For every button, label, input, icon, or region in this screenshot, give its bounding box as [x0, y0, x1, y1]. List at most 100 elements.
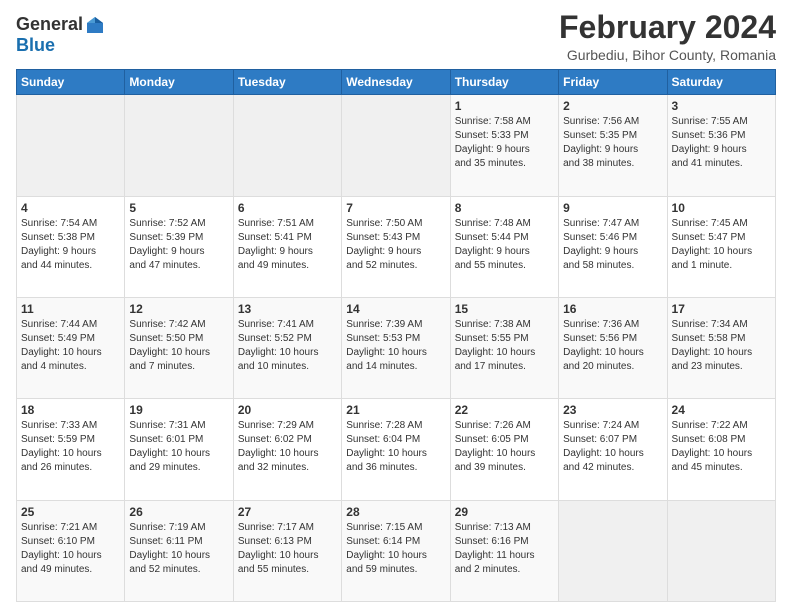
- day-info: Sunrise: 7:22 AM Sunset: 6:08 PM Dayligh…: [672, 419, 771, 475]
- calendar-cell: 29 Sunrise: 7:13 AM Sunset: 6:16 PM Dayli…: [450, 500, 558, 601]
- calendar-cell: 13Sunrise: 7:41 AM Sunset: 5:52 PM Dayli…: [233, 297, 341, 398]
- day-header-wednesday: Wednesday: [342, 70, 450, 95]
- day-info: Sunrise: 7:19 AM Sunset: 6:11 PM Dayligh…: [129, 521, 228, 577]
- day-number: 19: [129, 403, 228, 417]
- day-header-sunday: Sunday: [17, 70, 125, 95]
- calendar-cell: [559, 500, 667, 601]
- calendar-cell: 9 Sunrise: 7:47 AM Sunset: 5:46 PM Daylig…: [559, 196, 667, 297]
- day-header-saturday: Saturday: [667, 70, 775, 95]
- day-number: 27: [238, 505, 337, 519]
- day-number: 2: [563, 99, 662, 113]
- logo-blue: Blue: [16, 35, 55, 55]
- day-info: Sunrise: 7:56 AM Sunset: 5:35 PM Dayligh…: [563, 115, 662, 171]
- day-number: 24: [672, 403, 771, 417]
- calendar-cell: 17 Sunrise: 7:34 AM Sunset: 5:58 PM Dayli…: [667, 297, 775, 398]
- calendar-cell: 12Sunrise: 7:42 AM Sunset: 5:50 PM Dayli…: [125, 297, 233, 398]
- day-number: 26: [129, 505, 228, 519]
- calendar-cell: 3 Sunrise: 7:55 AM Sunset: 5:36 PM Daylig…: [667, 95, 775, 196]
- day-info: Sunrise: 7:45 AM Sunset: 5:47 PM Dayligh…: [672, 217, 771, 273]
- day-number: 10: [672, 201, 771, 215]
- day-number: 5: [129, 201, 228, 215]
- calendar-week-row: 1 Sunrise: 7:58 AM Sunset: 5:33 PM Daylig…: [17, 95, 776, 196]
- calendar-cell: 8 Sunrise: 7:48 AM Sunset: 5:44 PM Daylig…: [450, 196, 558, 297]
- calendar-cell: 15 Sunrise: 7:38 AM Sunset: 5:55 PM Dayli…: [450, 297, 558, 398]
- day-info: Sunrise: 7:51 AM Sunset: 5:41 PM Dayligh…: [238, 217, 337, 273]
- day-number: 20: [238, 403, 337, 417]
- day-info: Sunrise: 7:13 AM Sunset: 6:16 PM Dayligh…: [455, 521, 554, 577]
- calendar-cell: [233, 95, 341, 196]
- day-number: 15: [455, 302, 554, 316]
- calendar-cell: 11 Sunrise: 7:44 AM Sunset: 5:49 PM Dayli…: [17, 297, 125, 398]
- calendar-cell: 5Sunrise: 7:52 AM Sunset: 5:39 PM Daylig…: [125, 196, 233, 297]
- day-info: Sunrise: 7:24 AM Sunset: 6:07 PM Dayligh…: [563, 419, 662, 475]
- day-number: 22: [455, 403, 554, 417]
- calendar-week-row: 25 Sunrise: 7:21 AM Sunset: 6:10 PM Dayli…: [17, 500, 776, 601]
- day-number: 9: [563, 201, 662, 215]
- logo-general: General: [16, 14, 83, 35]
- day-info: Sunrise: 7:21 AM Sunset: 6:10 PM Dayligh…: [21, 521, 120, 577]
- day-info: Sunrise: 7:54 AM Sunset: 5:38 PM Dayligh…: [21, 217, 120, 273]
- logo: General Blue: [16, 14, 105, 56]
- day-info: Sunrise: 7:39 AM Sunset: 5:53 PM Dayligh…: [346, 318, 445, 374]
- calendar-cell: [342, 95, 450, 196]
- page: General Blue February 2024 Gurbediu, Bih…: [0, 0, 792, 612]
- calendar-cell: 28Sunrise: 7:15 AM Sunset: 6:14 PM Dayli…: [342, 500, 450, 601]
- day-number: 3: [672, 99, 771, 113]
- day-header-thursday: Thursday: [450, 70, 558, 95]
- main-title: February 2024: [559, 10, 776, 45]
- calendar-cell: 16 Sunrise: 7:36 AM Sunset: 5:56 PM Dayli…: [559, 297, 667, 398]
- calendar-cell: 24 Sunrise: 7:22 AM Sunset: 6:08 PM Dayli…: [667, 399, 775, 500]
- day-number: 23: [563, 403, 662, 417]
- calendar-cell: 14 Sunrise: 7:39 AM Sunset: 5:53 PM Dayli…: [342, 297, 450, 398]
- calendar-week-row: 11 Sunrise: 7:44 AM Sunset: 5:49 PM Dayli…: [17, 297, 776, 398]
- day-number: 4: [21, 201, 120, 215]
- calendar-week-row: 18Sunrise: 7:33 AM Sunset: 5:59 PM Dayli…: [17, 399, 776, 500]
- calendar-cell: [667, 500, 775, 601]
- day-info: Sunrise: 7:29 AM Sunset: 6:02 PM Dayligh…: [238, 419, 337, 475]
- header: General Blue February 2024 Gurbediu, Bih…: [16, 10, 776, 63]
- day-info: Sunrise: 7:38 AM Sunset: 5:55 PM Dayligh…: [455, 318, 554, 374]
- day-info: Sunrise: 7:34 AM Sunset: 5:58 PM Dayligh…: [672, 318, 771, 374]
- day-header-friday: Friday: [559, 70, 667, 95]
- day-number: 6: [238, 201, 337, 215]
- calendar-cell: 23 Sunrise: 7:24 AM Sunset: 6:07 PM Dayli…: [559, 399, 667, 500]
- calendar-cell: [125, 95, 233, 196]
- day-info: Sunrise: 7:26 AM Sunset: 6:05 PM Dayligh…: [455, 419, 554, 475]
- day-number: 21: [346, 403, 445, 417]
- day-info: Sunrise: 7:55 AM Sunset: 5:36 PM Dayligh…: [672, 115, 771, 171]
- day-info: Sunrise: 7:48 AM Sunset: 5:44 PM Dayligh…: [455, 217, 554, 273]
- day-number: 8: [455, 201, 554, 215]
- calendar-cell: 6 Sunrise: 7:51 AM Sunset: 5:41 PM Daylig…: [233, 196, 341, 297]
- calendar-week-row: 4 Sunrise: 7:54 AM Sunset: 5:38 PM Daylig…: [17, 196, 776, 297]
- title-block: February 2024 Gurbediu, Bihor County, Ro…: [559, 10, 776, 63]
- day-number: 25: [21, 505, 120, 519]
- logo-icon: [85, 15, 105, 35]
- calendar-cell: 18Sunrise: 7:33 AM Sunset: 5:59 PM Dayli…: [17, 399, 125, 500]
- calendar-cell: 2 Sunrise: 7:56 AM Sunset: 5:35 PM Daylig…: [559, 95, 667, 196]
- day-number: 29: [455, 505, 554, 519]
- day-number: 1: [455, 99, 554, 113]
- day-info: Sunrise: 7:28 AM Sunset: 6:04 PM Dayligh…: [346, 419, 445, 475]
- day-info: Sunrise: 7:33 AM Sunset: 5:59 PM Dayligh…: [21, 419, 120, 475]
- day-info: Sunrise: 7:36 AM Sunset: 5:56 PM Dayligh…: [563, 318, 662, 374]
- subtitle: Gurbediu, Bihor County, Romania: [559, 47, 776, 63]
- day-info: Sunrise: 7:47 AM Sunset: 5:46 PM Dayligh…: [563, 217, 662, 273]
- day-info: Sunrise: 7:44 AM Sunset: 5:49 PM Dayligh…: [21, 318, 120, 374]
- calendar-cell: 22 Sunrise: 7:26 AM Sunset: 6:05 PM Dayli…: [450, 399, 558, 500]
- calendar-cell: [17, 95, 125, 196]
- day-info: Sunrise: 7:58 AM Sunset: 5:33 PM Dayligh…: [455, 115, 554, 171]
- day-number: 17: [672, 302, 771, 316]
- day-number: 28: [346, 505, 445, 519]
- calendar-header-row: SundayMondayTuesdayWednesdayThursdayFrid…: [17, 70, 776, 95]
- calendar-cell: 21 Sunrise: 7:28 AM Sunset: 6:04 PM Dayli…: [342, 399, 450, 500]
- day-info: Sunrise: 7:42 AM Sunset: 5:50 PM Dayligh…: [129, 318, 228, 374]
- calendar-cell: 27 Sunrise: 7:17 AM Sunset: 6:13 PM Dayli…: [233, 500, 341, 601]
- calendar-cell: 20 Sunrise: 7:29 AM Sunset: 6:02 PM Dayli…: [233, 399, 341, 500]
- day-number: 11: [21, 302, 120, 316]
- day-number: 14: [346, 302, 445, 316]
- day-info: Sunrise: 7:17 AM Sunset: 6:13 PM Dayligh…: [238, 521, 337, 577]
- day-header-monday: Monday: [125, 70, 233, 95]
- day-info: Sunrise: 7:50 AM Sunset: 5:43 PM Dayligh…: [346, 217, 445, 273]
- calendar-cell: 4 Sunrise: 7:54 AM Sunset: 5:38 PM Daylig…: [17, 196, 125, 297]
- day-number: 16: [563, 302, 662, 316]
